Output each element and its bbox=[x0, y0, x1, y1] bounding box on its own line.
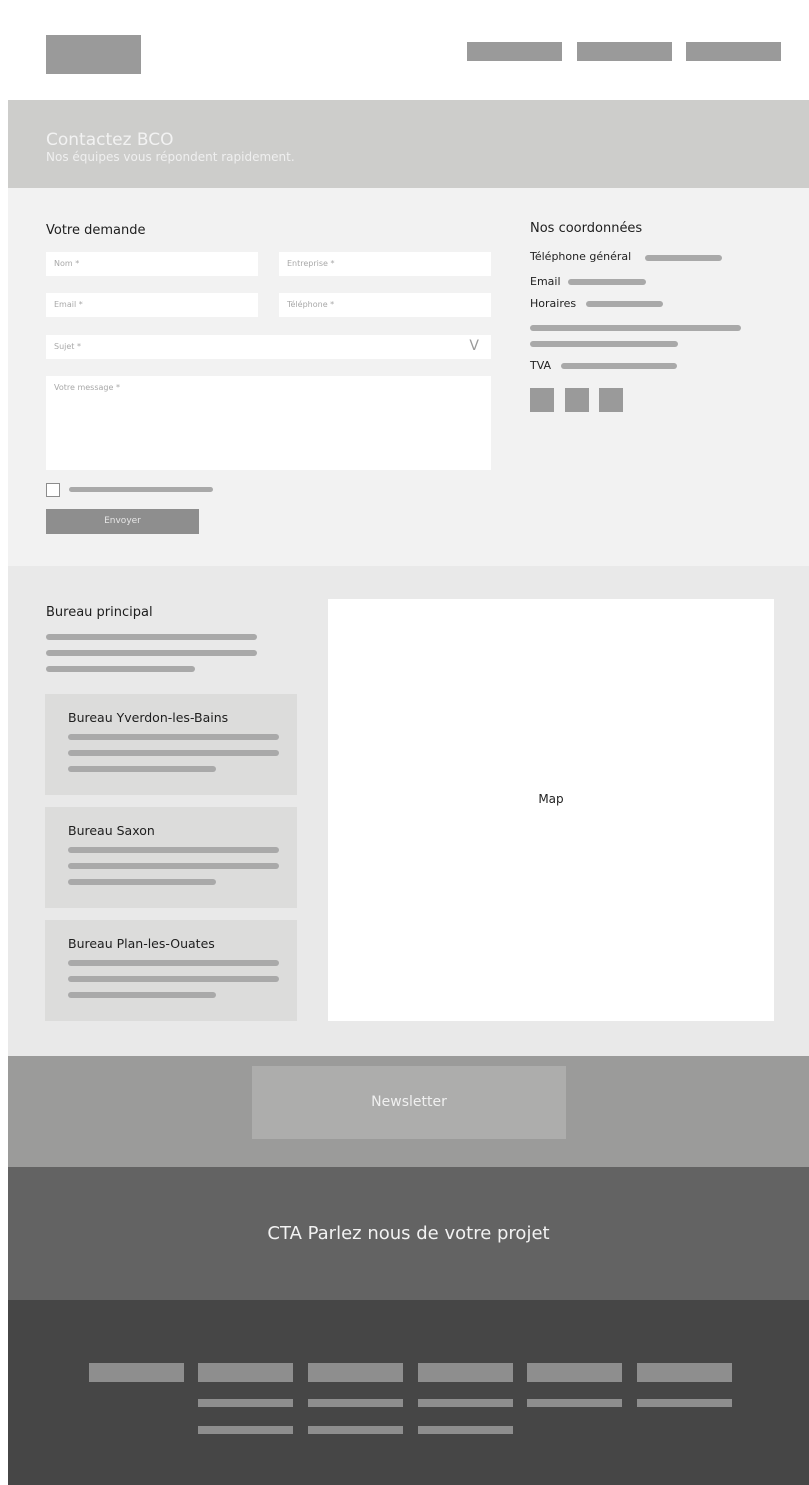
phone-field[interactable]: Téléphone * bbox=[279, 293, 491, 317]
company-field[interactable]: Entreprise * bbox=[279, 252, 491, 276]
chevron-down-icon[interactable]: V bbox=[469, 338, 479, 354]
office-card-line bbox=[68, 847, 279, 853]
newsletter-block[interactable]: Newsletter bbox=[252, 1066, 566, 1139]
footer-column-heading[interactable] bbox=[89, 1363, 184, 1382]
message-textarea[interactable]: Votre message * bbox=[46, 376, 491, 470]
name-field[interactable]: Nom * bbox=[46, 252, 258, 276]
footer-column-heading[interactable] bbox=[198, 1363, 293, 1382]
consent-label-placeholder bbox=[69, 487, 213, 492]
page-title: Contactez BCO bbox=[46, 130, 174, 150]
subject-select[interactable]: Sujet * V bbox=[46, 335, 491, 359]
hero-banner: Contactez BCO Nos équipes vous répondent… bbox=[8, 100, 809, 188]
office-card[interactable]: Bureau Yverdon-les-Bains bbox=[45, 694, 297, 795]
footer-link[interactable] bbox=[418, 1399, 513, 1407]
office-card[interactable]: Bureau Saxon bbox=[45, 807, 297, 908]
message-placeholder: Votre message * bbox=[54, 383, 120, 392]
subject-placeholder: Sujet * bbox=[54, 342, 81, 351]
office-card-line bbox=[68, 992, 216, 998]
newsletter-section: Newsletter bbox=[8, 1056, 809, 1167]
email-label: Email bbox=[530, 275, 561, 288]
map[interactable]: Map bbox=[328, 599, 774, 1021]
email-field[interactable]: Email * bbox=[46, 293, 258, 317]
footer-link[interactable] bbox=[308, 1399, 403, 1407]
form-heading: Votre demande bbox=[46, 223, 146, 238]
footer-column-heading[interactable] bbox=[637, 1363, 732, 1382]
social-icon-1[interactable] bbox=[530, 388, 554, 412]
office-card[interactable]: Bureau Plan-les-Ouates bbox=[45, 920, 297, 1021]
cta-banner[interactable]: CTA Parlez nous de votre projet bbox=[8, 1167, 809, 1300]
name-placeholder: Nom * bbox=[54, 259, 80, 268]
phone-value-placeholder bbox=[645, 255, 722, 261]
map-label: Map bbox=[538, 792, 564, 806]
phone-label: Téléphone général bbox=[530, 250, 632, 263]
social-icon-3[interactable] bbox=[599, 388, 623, 412]
send-button[interactable]: Envoyer bbox=[46, 509, 199, 534]
email-value-placeholder bbox=[568, 279, 646, 285]
office-card-title: Bureau Plan-les-Ouates bbox=[68, 936, 215, 951]
contact-section: Votre demande Nom * Entreprise * Email *… bbox=[8, 188, 809, 566]
tva-value-placeholder bbox=[561, 363, 677, 369]
footer-link[interactable] bbox=[308, 1426, 403, 1434]
nav-item-1[interactable] bbox=[467, 42, 562, 61]
offices-section: Bureau principal Bureau Yverdon-les-Bain… bbox=[8, 566, 809, 1056]
office-card-line bbox=[68, 863, 279, 869]
address-line-1 bbox=[530, 325, 741, 331]
main-office-line-1 bbox=[46, 634, 257, 640]
contact-page: Contactez BCO Nos équipes vous répondent… bbox=[8, 8, 809, 1485]
main-office-heading: Bureau principal bbox=[46, 605, 153, 620]
site-footer bbox=[8, 1300, 809, 1485]
phone-placeholder: Téléphone * bbox=[287, 300, 335, 309]
office-card-line bbox=[68, 960, 279, 966]
tva-label: TVA bbox=[530, 359, 552, 372]
main-office-line-2 bbox=[46, 650, 257, 656]
social-icon-2[interactable] bbox=[565, 388, 589, 412]
office-card-line bbox=[68, 734, 279, 740]
office-card-line bbox=[68, 766, 216, 772]
nav-item-3[interactable] bbox=[686, 42, 781, 61]
office-card-line bbox=[68, 750, 279, 756]
office-card-title: Bureau Saxon bbox=[68, 823, 155, 838]
footer-link[interactable] bbox=[527, 1399, 622, 1407]
footer-column-heading[interactable] bbox=[308, 1363, 403, 1382]
footer-link[interactable] bbox=[198, 1399, 293, 1407]
office-card-line bbox=[68, 976, 279, 982]
company-placeholder: Entreprise * bbox=[287, 259, 335, 268]
footer-link[interactable] bbox=[418, 1426, 513, 1434]
logo-placeholder[interactable] bbox=[46, 35, 141, 74]
consent-checkbox[interactable] bbox=[46, 483, 60, 497]
office-card-line bbox=[68, 879, 216, 885]
coordinates-heading: Nos coordonnées bbox=[530, 221, 643, 236]
hours-label: Horaires bbox=[530, 297, 577, 310]
footer-link[interactable] bbox=[198, 1426, 293, 1434]
address-line-2 bbox=[530, 341, 678, 347]
office-card-title: Bureau Yverdon-les-Bains bbox=[68, 710, 229, 725]
hours-value-placeholder bbox=[586, 301, 663, 307]
site-header bbox=[8, 8, 809, 100]
footer-column-heading[interactable] bbox=[527, 1363, 622, 1382]
nav-item-2[interactable] bbox=[577, 42, 672, 61]
footer-link[interactable] bbox=[637, 1399, 732, 1407]
page-subtitle: Nos équipes vous répondent rapidement. bbox=[46, 150, 295, 164]
footer-column-heading[interactable] bbox=[418, 1363, 513, 1382]
main-office-line-3 bbox=[46, 666, 195, 672]
email-placeholder: Email * bbox=[54, 300, 83, 309]
